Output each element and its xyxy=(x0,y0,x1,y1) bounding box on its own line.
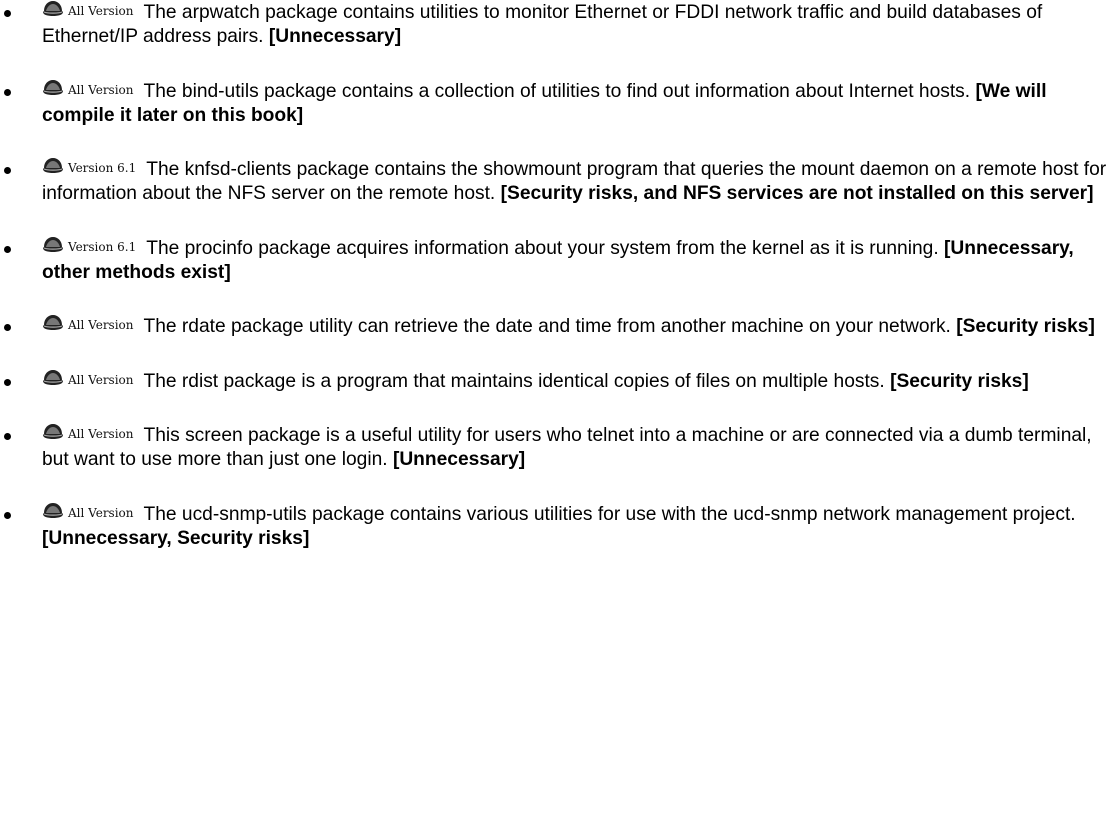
list-item: All Version This screen package is a use… xyxy=(0,423,1120,472)
redhat-hat-icon xyxy=(43,79,63,95)
removal-reason: [Security risks] xyxy=(890,370,1029,392)
version-label: All Version xyxy=(68,505,134,520)
version-badge: All Version xyxy=(42,314,134,331)
removal-reason: [Unnecessary] xyxy=(268,26,402,47)
list-item: Version 6.1 The knfsd-clients package co… xyxy=(0,157,1120,206)
bullet-icon xyxy=(4,324,11,331)
bullet-icon xyxy=(4,10,11,17)
version-badge: All Version xyxy=(42,369,134,386)
bullet-icon xyxy=(4,88,11,96)
list-item: All Version The ucd-snmp-utils package c… xyxy=(0,502,1120,551)
version-badge: Version 6.1 xyxy=(42,157,136,174)
version-badge: All Version xyxy=(42,423,134,440)
package-description: The procinfo package acquires informatio… xyxy=(146,237,939,259)
list-item: All Version The arpwatch package contain… xyxy=(0,0,1120,49)
version-label: Version 6.1 xyxy=(68,161,137,175)
removal-reason: [Unnecessary, Security risks] xyxy=(42,527,310,549)
redhat-hat-icon xyxy=(43,158,63,173)
version-label: All Version xyxy=(68,4,134,18)
version-badge: All Version xyxy=(42,0,134,17)
redhat-hat-icon xyxy=(43,502,63,518)
version-label: All Version xyxy=(68,318,134,332)
package-description: This screen package is a useful utility … xyxy=(42,425,1092,470)
removal-reason: [Security risks, and NFS services are no… xyxy=(500,183,1094,204)
redhat-hat-icon xyxy=(43,236,63,252)
removal-reason: [Security risks] xyxy=(956,316,1095,337)
redhat-hat-icon xyxy=(43,369,63,385)
package-description: The ucd-snmp-utils package contains vari… xyxy=(143,503,1076,525)
bullet-icon xyxy=(4,378,11,386)
bullet-icon xyxy=(4,167,11,174)
version-badge: All Version xyxy=(42,79,134,96)
redhat-hat-icon xyxy=(43,315,63,330)
version-label: All Version xyxy=(68,82,134,97)
version-badge: Version 6.1 xyxy=(42,236,136,253)
bullet-icon xyxy=(4,245,11,253)
redhat-hat-icon xyxy=(43,1,63,16)
redhat-hat-icon xyxy=(43,424,63,439)
list-item: All Version The rdate package utility ca… xyxy=(0,314,1120,339)
list-item: All Version The rdist package is a progr… xyxy=(0,369,1120,394)
bullet-icon xyxy=(4,433,11,440)
removal-reason: [Unnecessary] xyxy=(392,449,526,470)
package-description: The bind-utils package contains a collec… xyxy=(143,80,971,102)
version-label: Version 6.1 xyxy=(68,239,137,254)
package-description: The rdate package utility can retrieve t… xyxy=(143,316,951,337)
package-description: The arpwatch package contains utilities … xyxy=(42,2,1043,47)
package-list: All Version The arpwatch package contain… xyxy=(0,0,1120,551)
package-description: The rdist package is a program that main… xyxy=(143,370,885,392)
version-badge: All Version xyxy=(42,502,134,519)
bullet-icon xyxy=(4,511,11,519)
version-label: All Version xyxy=(68,372,134,387)
list-item: All Version The bind-utils package conta… xyxy=(0,79,1120,128)
version-label: All Version xyxy=(68,427,134,441)
list-item: Version 6.1 The procinfo package acquire… xyxy=(0,236,1120,285)
